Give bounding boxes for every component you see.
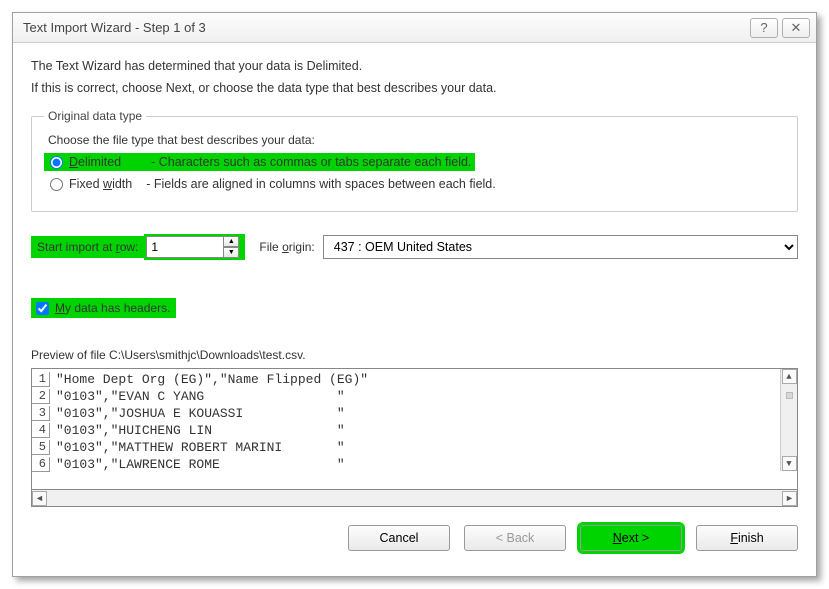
radio-fixed-row[interactable]: Fixed width - Fields are aligned in colu… [44,175,785,193]
scroll-grip-icon[interactable] [786,392,793,399]
preview-row: 3 "0103","JOSHUA E KOUASSI " [32,405,779,422]
scroll-right-icon[interactable]: ► [782,491,797,506]
preview-row: 1 "Home Dept Org (EG)","Name Flipped (EG)… [32,371,779,388]
preview-line-number: 6 [32,457,50,472]
preview-row: 2 "0103","EVAN C YANG " [32,388,779,405]
next-button[interactable]: Next > [580,525,682,551]
intro-text-1: The Text Wizard has determined that your… [31,59,798,73]
headers-checkbox-wrap[interactable]: My data has headers. [31,298,176,318]
preview-line-number: 1 [32,372,50,387]
preview-line-text: "0103","MATTHEW ROBERT MARINI " [56,440,345,455]
dialog-window: Text Import Wizard - Step 1 of 3 ? ✕ The… [12,12,817,577]
preview-line-text: "0103","LAWRENCE ROME " [56,457,345,472]
preview-vertical-scrollbar[interactable]: ▲ ▼ [780,369,797,471]
spinner-up-icon[interactable]: ▲ [223,236,239,247]
radio-fixed-width[interactable] [50,178,63,191]
preview-line-number: 5 [32,440,50,455]
preview-line-text: "Home Dept Org (EG)","Name Flipped (EG)" [56,372,368,387]
radio-delimited-row[interactable]: Delimited - Characters such as commas or… [44,153,475,171]
groupbox-legend: Original data type [44,109,146,123]
preview-line-number: 4 [32,423,50,438]
preview-line-text: "0103","EVAN C YANG " [56,389,345,404]
preview-line-number: 2 [32,389,50,404]
original-data-type-group: Original data type Choose the file type … [31,109,798,212]
window-title: Text Import Wizard - Step 1 of 3 [23,20,746,35]
scroll-down-icon[interactable]: ▼ [782,456,797,471]
file-origin-select[interactable]: 437 : OEM United States [323,235,798,259]
preview-row: 6 "0103","LAWRENCE ROME " [32,456,779,473]
intro-text-2: If this is correct, choose Next, or choo… [31,81,798,95]
finish-button[interactable]: Finish [696,525,798,551]
radio-delimited-desc: - Characters such as commas or tabs sepa… [151,155,471,169]
headers-row: My data has headers. [31,298,798,318]
radio-delimited-label: Delimited [69,155,121,169]
preview-row: 5 "0103","MATTHEW ROBERT MARINI " [32,439,779,456]
groupbox-prompt: Choose the file type that best describes… [48,133,785,147]
preview-line-text: "0103","JOSHUA E KOUASSI " [56,406,345,421]
dialog-body: The Text Wizard has determined that your… [13,43,816,576]
headers-label: My data has headers. [55,301,170,315]
preview-line-text: "0103","HUICHENG LIN " [56,423,345,438]
preview-horizontal-scrollbar[interactable]: ◄ ► [31,490,798,507]
scroll-left-icon[interactable]: ◄ [32,491,47,506]
dialog-button-row: Cancel < Back Next > Finish [31,525,798,551]
start-row-spinner[interactable]: ▲ ▼ [144,234,245,260]
radio-fixed-label: Fixed width [69,177,132,191]
preview-row: 4 "0103","HUICHENG LIN " [32,422,779,439]
radio-fixed-desc: - Fields are aligned in columns with spa… [146,177,496,191]
file-origin-label: File origin: [259,240,314,254]
preview-box: 1 "Home Dept Org (EG)","Name Flipped (EG)… [31,368,798,490]
cancel-button[interactable]: Cancel [348,525,450,551]
import-options-row: Start import at row: ▲ ▼ File origin: 43… [31,234,798,260]
scroll-up-icon[interactable]: ▲ [782,369,797,384]
preview-label: Preview of file C:\Users\smithjc\Downloa… [31,348,798,362]
titlebar: Text Import Wizard - Step 1 of 3 ? ✕ [13,13,816,43]
preview-line-number: 3 [32,406,50,421]
help-icon[interactable]: ? [750,18,778,38]
start-row-label: Start import at row: [31,236,144,258]
close-icon[interactable]: ✕ [782,18,810,38]
radio-delimited[interactable] [50,156,63,169]
spinner-down-icon[interactable]: ▼ [223,247,239,258]
back-button[interactable]: < Back [464,525,566,551]
start-row-input[interactable] [146,236,224,258]
headers-checkbox[interactable] [36,302,49,315]
